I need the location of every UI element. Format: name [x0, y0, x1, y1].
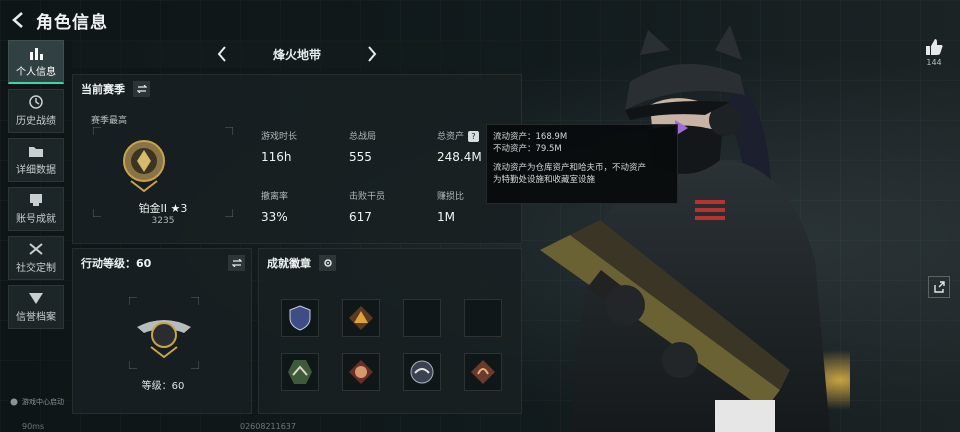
swap-icon[interactable] [133, 81, 150, 97]
stat-profit-loss: 赚损比 1M [437, 189, 464, 224]
folder-icon [29, 147, 43, 157]
bar-chart-icon [30, 47, 43, 60]
question-icon[interactable]: ? [468, 131, 480, 142]
sidebar-item-profile[interactable]: 个人信息 [8, 40, 64, 84]
sidebar: 个人信息 历史战绩 详细数据 账号成就 社交定制 信誉档案 [8, 40, 64, 334]
badge-wolf-icon[interactable] [281, 353, 319, 391]
sidebar-item-achievements[interactable]: 账号成就 [8, 187, 64, 231]
stat-value: 555 [349, 150, 372, 164]
stat-value: 617 [349, 210, 372, 224]
sidebar-item-label: 社交定制 [16, 263, 56, 274]
sidebar-item-label: 历史战绩 [16, 116, 56, 127]
stat-label: 撤离率 [261, 192, 289, 202]
player-uid: 02608211637 [240, 422, 296, 431]
ping-readout: 90ms [22, 422, 45, 431]
stat-value: 116h [261, 150, 292, 164]
season-title: 当前赛季 [81, 83, 125, 96]
season-header: 当前赛季 [81, 81, 150, 97]
page-title: 角色信息 [36, 12, 108, 33]
game-center-launch[interactable]: 游戏中心启动 [10, 397, 64, 407]
share-icon [934, 281, 945, 293]
stat-label: 赚损比 [437, 192, 465, 202]
rank-name: 铂金II ★3 [138, 202, 188, 215]
badges-header: 成就徽章 [267, 255, 336, 271]
badges-panel: 成就徽章 [258, 248, 522, 414]
thumbs-up-icon [926, 39, 943, 55]
tooltip-fixed-assets: 不动资产：79.5M [493, 144, 562, 155]
back-arrow-icon[interactable] [8, 10, 28, 30]
sidebar-item-label: 账号成就 [16, 214, 56, 225]
sidebar-item-history[interactable]: 历史战绩 [8, 89, 64, 133]
mode-nav: 烽火地带 [72, 40, 522, 68]
settings-icon[interactable] [319, 255, 336, 271]
sidebar-item-social[interactable]: 社交定制 [8, 236, 64, 280]
level-emblem-icon [129, 297, 199, 369]
badge-fox-icon[interactable] [342, 353, 380, 391]
tooltip-note-line-2: 为特勤处设施和收藏室设施 [493, 174, 596, 185]
chevron-left-icon[interactable] [212, 44, 232, 64]
stat-operators-defeated: 击败干员 617 [349, 189, 385, 224]
stat-label: 游戏时长 [261, 132, 298, 142]
stat-value: 33% [261, 210, 288, 224]
badge-shield-icon[interactable] [281, 299, 319, 337]
stat-playtime: 游戏时长 116h [261, 129, 297, 164]
like-count: 144 [926, 58, 942, 67]
tooltip-liquid-assets: 流动资产：168.9M [493, 132, 568, 142]
chevron-right-icon[interactable] [362, 44, 382, 64]
level-header: 行动等级：60 [81, 255, 245, 271]
character-portrait [540, 25, 850, 432]
season-best-label: 赛季最高 [91, 116, 128, 126]
status-bar: 90ms [22, 422, 44, 431]
credit-icon [29, 293, 43, 304]
level-text: 等级：60 [141, 381, 185, 392]
badge-triangle-icon[interactable] [342, 299, 380, 337]
stat-label: 击败干员 [349, 192, 386, 202]
tools-icon [29, 243, 43, 255]
stat-label: 总资产? [437, 129, 482, 142]
game-center-label: 游戏中心启动 [22, 398, 64, 406]
sidebar-item-details[interactable]: 详细数据 [8, 138, 64, 182]
badge-dragon-icon[interactable] [464, 353, 502, 391]
action-level-panel: 行动等级：60 等级：60 [72, 248, 252, 414]
achievement-icon [30, 194, 42, 206]
stat-value: 248.4M [437, 150, 482, 164]
stat-value: 1M [437, 210, 455, 224]
mode-title: 烽火地带 [272, 47, 321, 62]
launch-icon [10, 398, 18, 406]
swap-icon[interactable] [228, 255, 245, 271]
badge-eagle-icon[interactable] [403, 353, 441, 391]
tooltip-note-line-1: 流动资产为仓库资产和哈夫币，不动资产 [493, 162, 647, 173]
stat-label: 总战局 [349, 132, 377, 142]
like-button[interactable]: 144 [918, 38, 950, 67]
badge-empty-slot[interactable] [403, 299, 441, 337]
stat-total-matches: 总战局 555 [349, 129, 376, 164]
sidebar-item-credit[interactable]: 信誉档案 [8, 285, 64, 329]
sidebar-item-label: 详细数据 [16, 165, 56, 176]
stat-extraction-rate: 撤离率 33% [261, 189, 288, 224]
sidebar-item-label: 个人信息 [16, 66, 56, 78]
sidebar-item-label: 信誉档案 [16, 312, 56, 323]
top-bar: 角色信息 [8, 6, 108, 34]
share-button[interactable] [928, 276, 950, 298]
history-icon [29, 95, 43, 109]
rank-points: 3235 [151, 216, 175, 226]
season-panel: 当前赛季 赛季最高 铂金II ★3 3235 游戏时长 116h 总战局 555… [72, 74, 522, 244]
asset-tooltip: 流动资产：168.9M 不动资产：79.5M 流动资产为仓库资产和哈夫币，不动资… [486, 124, 678, 204]
stat-label-text: 总资产 [437, 132, 465, 142]
level-title: 行动等级：60 [81, 257, 152, 270]
stat-total-assets: 总资产? 248.4M [437, 129, 482, 164]
platinum-rank-icon [123, 140, 165, 193]
badge-empty-slot[interactable] [464, 299, 502, 337]
badges-title: 成就徽章 [267, 257, 311, 270]
